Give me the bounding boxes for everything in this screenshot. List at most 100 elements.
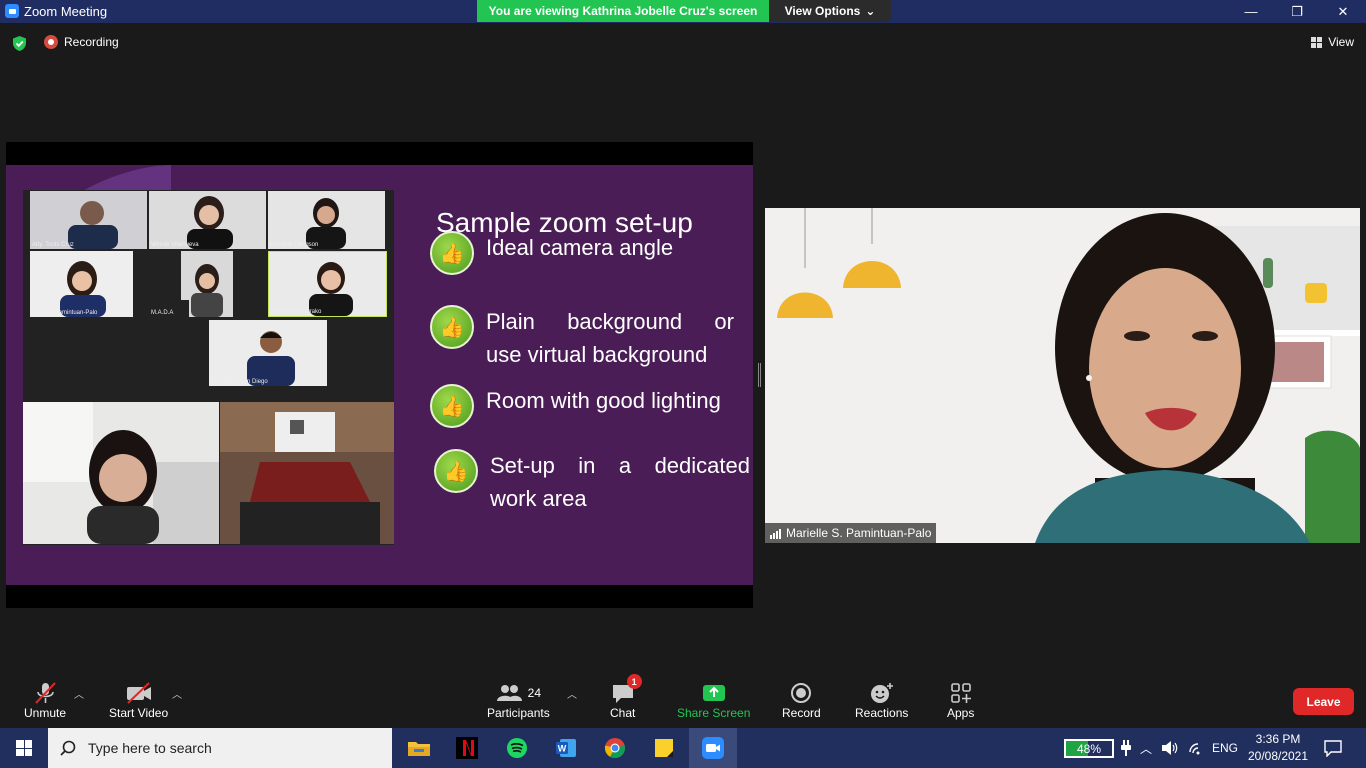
view-options-label: View Options <box>784 4 861 18</box>
taskbar-clock[interactable]: 3:36 PM 20/08/2021 <box>1245 731 1311 765</box>
minimize-icon: — <box>1244 4 1258 19</box>
signal-strength-icon <box>770 528 781 539</box>
recording-label: Recording <box>64 35 119 49</box>
video-off-icon <box>124 680 154 706</box>
battery-percent: 48% <box>1076 741 1102 756</box>
speaker-video-frame <box>765 208 1360 543</box>
gallery-photo-laptop <box>220 402 394 544</box>
language-indicator[interactable]: ENG <box>1212 728 1238 768</box>
chat-label: Chat <box>610 706 636 720</box>
windows-taskbar: Type here to search W 48% ︿ ENG 3:36 PM … <box>0 728 1366 768</box>
wifi-icon[interactable] <box>1188 728 1206 768</box>
reactions-button[interactable]: Reactions <box>855 680 908 720</box>
search-placeholder: Type here to search <box>88 740 212 756</box>
reactions-label: Reactions <box>855 706 909 720</box>
view-button[interactable]: View <box>1311 35 1354 49</box>
chat-icon: 1 <box>611 674 642 706</box>
participants-options-caret[interactable]: ︿ <box>567 686 577 701</box>
minimize-button[interactable]: — <box>1228 0 1274 23</box>
meeting-toolbar: Unmute ︿ Start Video ︿ 24 Participants ︿… <box>0 672 1366 728</box>
share-screen-button[interactable]: Share Screen <box>677 680 750 720</box>
chrome-taskbar-icon[interactable] <box>591 728 639 768</box>
record-button[interactable]: Record <box>782 680 821 720</box>
svg-text:W: W <box>558 744 567 754</box>
share-screen-label: Share Screen <box>677 706 751 720</box>
slide-bullet: 👍 Room with good lighting <box>430 384 734 428</box>
restore-button[interactable]: ❐ <box>1274 0 1320 23</box>
chat-unread-badge: 1 <box>626 674 642 689</box>
search-icon <box>60 740 76 756</box>
close-button[interactable]: ✕ <box>1320 0 1366 23</box>
spotify-taskbar-icon[interactable] <box>493 728 541 768</box>
zoom-app-icon <box>5 4 19 18</box>
chat-button[interactable]: 1 Chat <box>610 674 642 720</box>
speaker-name: Marielle S. Pamintuan-Palo <box>786 526 932 540</box>
recording-icon <box>44 35 58 49</box>
power-plug-icon[interactable] <box>1120 728 1132 768</box>
show-hidden-icons-chevron[interactable]: ︿ <box>1140 728 1152 768</box>
gallery-photo-woman <box>23 402 219 544</box>
view-label: View <box>1328 35 1354 49</box>
record-icon <box>790 680 812 706</box>
video-options-caret[interactable]: ︿ <box>172 686 182 701</box>
windows-logo-icon <box>16 740 32 756</box>
recording-indicator[interactable]: Recording <box>44 35 119 49</box>
file-explorer-taskbar-icon[interactable] <box>395 728 443 768</box>
unmute-button[interactable]: Unmute <box>24 680 66 720</box>
word-taskbar-icon[interactable]: W <box>542 728 590 768</box>
presentation-slide: Atty. Toots Cruz Winnie Villanueva Eumar… <box>6 165 753 585</box>
gallery-tile-active: Anne Lissa Dyrako <box>268 251 387 317</box>
gallery-tile: Winnie Villanueva <box>149 191 266 249</box>
gallery-tile-label: M.A.D.A <box>149 300 189 317</box>
shared-screen[interactable]: Atty. Toots Cruz Winnie Villanueva Eumar… <box>6 142 753 608</box>
thumbs-up-icon: 👍 <box>434 449 478 493</box>
zoom-window: Zoom Meeting You are viewing Kathrina Jo… <box>0 0 1366 768</box>
volume-icon[interactable] <box>1161 728 1179 768</box>
sticky-notes-taskbar-icon[interactable] <box>640 728 688 768</box>
participants-icon: 24 <box>496 680 541 706</box>
gallery-screenshot: Atty. Toots Cruz Winnie Villanueva Eumar… <box>23 190 394 545</box>
clock-time: 3:36 PM <box>1255 732 1301 746</box>
split-view-divider[interactable] <box>758 363 761 387</box>
gallery-tile: Eumarie Tiongson <box>268 191 385 249</box>
share-screen-icon <box>702 680 726 706</box>
slide-bullet: 👍 Set-up in a dedicated work area <box>434 449 750 515</box>
thumbs-up-icon: 👍 <box>430 384 474 428</box>
speaker-video[interactable]: Marielle S. Pamintuan-Palo <box>765 208 1360 543</box>
clock-date: 20/08/2021 <box>1247 749 1309 763</box>
apps-button[interactable]: Apps <box>947 680 974 720</box>
zoom-taskbar-icon[interactable] <box>689 728 737 768</box>
gallery-tile: Atty. Toots Cruz <box>30 191 147 249</box>
close-icon: ✕ <box>1337 3 1349 19</box>
speaker-name-tag: Marielle S. Pamintuan-Palo <box>765 523 937 543</box>
taskbar-search-box[interactable]: Type here to search <box>48 728 392 768</box>
notifications-icon[interactable] <box>1323 728 1343 768</box>
start-video-button[interactable]: Start Video <box>109 680 168 720</box>
participants-label: Participants <box>487 706 550 720</box>
view-options-button[interactable]: View Options ⌄ <box>769 0 891 22</box>
battery-indicator[interactable]: 48% <box>1064 739 1114 758</box>
gallery-tile: Marielle Pamintuan-Palo <box>30 251 133 317</box>
audio-options-caret[interactable]: ︿ <box>74 686 84 701</box>
thumbs-up-icon: 👍 <box>430 231 474 275</box>
smiley-plus-icon <box>870 680 894 706</box>
unmute-label: Unmute <box>24 706 67 720</box>
window-title: Zoom Meeting <box>24 4 108 19</box>
encryption-shield-icon[interactable] <box>11 35 28 52</box>
screen-share-banner: You are viewing Kathrina Jobelle Cruz's … <box>477 0 769 22</box>
grid-view-icon <box>1311 36 1323 48</box>
microphone-muted-icon <box>32 680 58 706</box>
participants-count: 24 <box>527 686 542 700</box>
restore-icon: ❐ <box>1291 3 1303 19</box>
slide-bullet: 👍 Plain background or use virtual backgr… <box>430 305 734 371</box>
thumbs-up-icon: 👍 <box>430 305 474 349</box>
record-label: Record <box>782 706 821 720</box>
apps-icon <box>950 680 972 706</box>
start-button[interactable] <box>0 728 48 768</box>
gallery-tile: Ferdinand San Diego <box>209 320 327 386</box>
leave-button[interactable]: Leave <box>1293 688 1354 715</box>
slide-bullet: 👍 Ideal camera angle <box>430 231 734 275</box>
netflix-taskbar-icon[interactable] <box>443 728 491 768</box>
apps-label: Apps <box>947 706 975 720</box>
participants-button[interactable]: 24 Participants <box>487 680 550 720</box>
